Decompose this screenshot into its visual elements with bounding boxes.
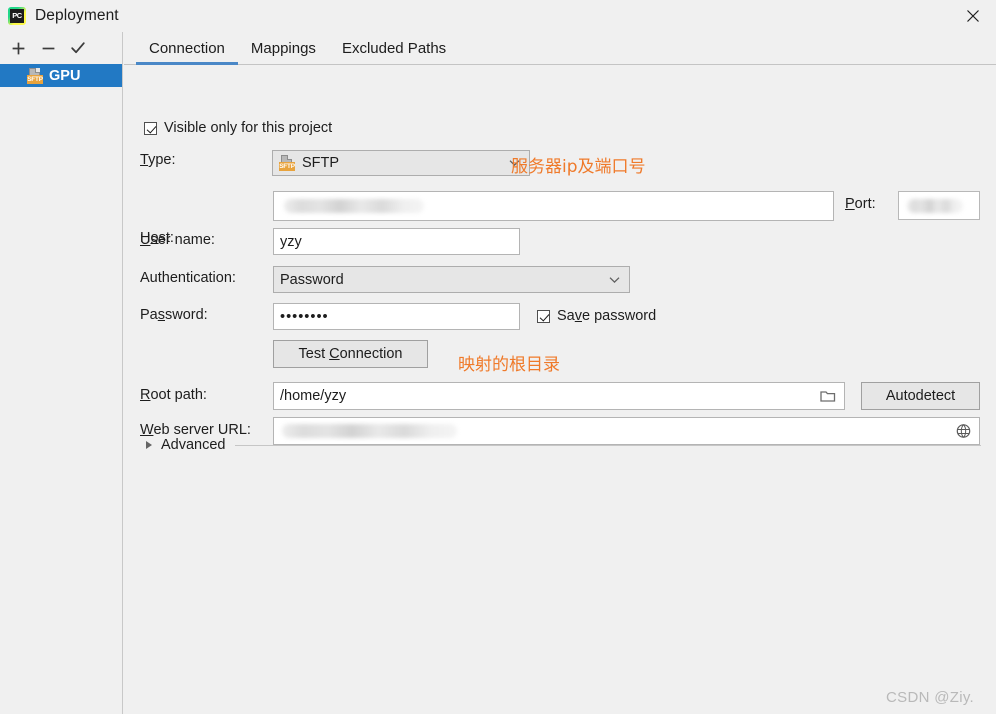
section-divider <box>234 444 981 446</box>
web-server-url-label-row: Web server URL: <box>140 422 251 438</box>
password-value: •••••••• <box>280 308 329 325</box>
type-label: Type: <box>140 152 176 168</box>
save-password-checkbox[interactable]: Save password <box>537 308 656 324</box>
password-input[interactable]: •••••••• <box>273 303 520 330</box>
annotation-root-path: 映射的根目录 <box>458 355 560 375</box>
watermark: CSDN @Ziy. <box>886 689 974 706</box>
sidebar-item-gpu[interactable]: SFTP GPU <box>0 64 122 87</box>
root-path-label: Root path: <box>140 387 207 403</box>
port-label: Port: <box>845 196 876 212</box>
visible-only-checkbox[interactable]: Visible only for this project <box>144 120 332 136</box>
tab-excluded-paths[interactable]: Excluded Paths <box>329 40 459 64</box>
test-connection-button[interactable]: Test Connection <box>273 340 428 368</box>
check-icon <box>71 42 85 54</box>
chevron-down-icon <box>609 276 620 283</box>
remove-server-button[interactable] <box>34 35 62 61</box>
authentication-label-row: Authentication: <box>140 270 236 286</box>
port-label-row: Port: <box>845 196 876 212</box>
type-value: SFTP <box>302 155 340 171</box>
web-server-url-value-redacted <box>282 424 457 438</box>
username-label: User name: <box>140 232 215 248</box>
type-combobox[interactable]: SFTP SFTP <box>272 150 530 176</box>
autodetect-button[interactable]: Autodetect <box>861 382 980 410</box>
username-value: yzy <box>280 233 302 250</box>
sidebar-item-label: GPU <box>49 67 81 84</box>
type-label-row: Type: <box>140 152 175 168</box>
plus-icon <box>12 42 24 54</box>
advanced-section-toggle[interactable]: Advanced <box>146 437 981 453</box>
server-list: SFTP GPU <box>0 64 122 87</box>
username-label-row: User name: <box>140 232 215 248</box>
root-path-input[interactable]: /home/yzy <box>273 382 845 410</box>
advanced-label: Advanced <box>161 437 226 453</box>
web-server-url-label: Web server URL: <box>140 422 251 438</box>
password-label-row: Password: <box>140 307 208 323</box>
username-input[interactable]: yzy <box>273 228 520 255</box>
server-list-toolbar <box>0 32 122 64</box>
host-input[interactable] <box>273 191 834 221</box>
annotation-host-port: 服务器ip及端口号 <box>511 157 646 177</box>
pycharm-icon <box>8 7 26 25</box>
window-title: Deployment <box>35 7 119 24</box>
minus-icon <box>42 47 54 49</box>
port-input[interactable] <box>898 191 980 220</box>
use-as-default-button[interactable] <box>64 35 92 61</box>
authentication-combobox[interactable]: Password <box>273 266 630 293</box>
folder-icon[interactable] <box>820 390 836 403</box>
checkbox-box <box>537 309 550 323</box>
authentication-label: Authentication: <box>140 270 236 286</box>
close-button[interactable] <box>950 0 996 32</box>
host-value-redacted <box>284 199 424 213</box>
title-bar: Deployment <box>0 0 996 32</box>
main-panel: Connection Mappings Excluded Paths Visib… <box>124 32 996 714</box>
close-icon <box>967 10 979 22</box>
server-list-panel: SFTP GPU <box>0 32 123 714</box>
root-path-value: /home/yzy <box>280 388 347 404</box>
root-path-label-row: Root path: <box>140 387 207 403</box>
port-value-redacted <box>907 198 963 213</box>
add-server-button[interactable] <box>4 35 32 61</box>
save-password-label: Save password <box>557 308 657 324</box>
authentication-value: Password <box>280 271 344 288</box>
tab-connection[interactable]: Connection <box>136 40 238 65</box>
sftp-icon: SFTP <box>279 155 295 171</box>
test-connection-label: Test Connection <box>298 346 403 362</box>
tab-mappings[interactable]: Mappings <box>238 40 329 64</box>
sftp-icon: SFTP <box>27 67 43 84</box>
autodetect-label: Autodetect <box>885 388 956 404</box>
password-label: Password: <box>140 307 208 323</box>
triangle-right-icon <box>146 441 152 449</box>
tab-bar: Connection Mappings Excluded Paths <box>124 32 996 65</box>
checkbox-box <box>144 121 157 135</box>
deployment-dialog: Deployment <box>0 0 996 714</box>
visible-only-label: Visible only for this project <box>164 120 333 136</box>
